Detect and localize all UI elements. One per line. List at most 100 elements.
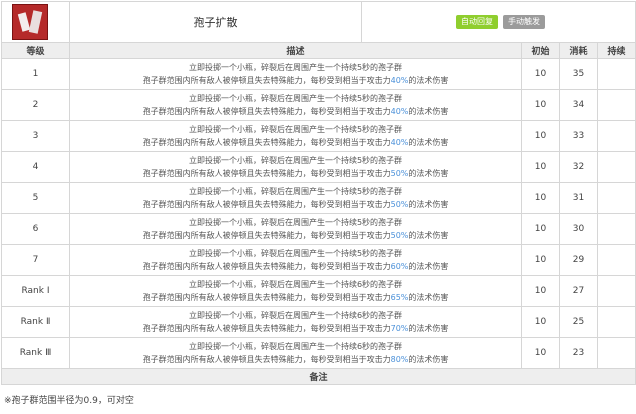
description-line-2: 孢子群范围内所有敌人被停顿且失去特殊能力，每秒受到相当于攻击力 [142, 138, 391, 147]
manual-trigger-tag: 手动触发 [503, 15, 545, 29]
description-line-2-end: 的法术伤害 [408, 138, 449, 147]
description-cell: 立即投掷一个小瓶，碎裂后在周围产生一个持续6秒的孢子群孢子群范围内所有敌人被停顿… [69, 337, 522, 369]
duration-cell [597, 213, 636, 245]
description-line-1: 立即投掷一个小瓶，碎裂后在周围产生一个持续5秒的孢子群 [188, 249, 403, 258]
initial-cell: 10 [521, 89, 560, 121]
damage-percent: 65% [390, 293, 409, 302]
level-cell: 2 [1, 89, 70, 121]
level-cell: 6 [1, 213, 70, 245]
description-line-2: 孢子群范围内所有敌人被停顿且失去特殊能力，每秒受到相当于攻击力 [142, 355, 391, 364]
description-line-1: 立即投掷一个小瓶，碎裂后在周围产生一个持续5秒的孢子群 [188, 187, 403, 196]
description-line-1: 立即投掷一个小瓶，碎裂后在周围产生一个持续6秒的孢子群 [188, 342, 403, 351]
description-line-2: 孢子群范围内所有敌人被停顿且失去特殊能力，每秒受到相当于攻击力 [142, 107, 391, 116]
table-row: 5 立即投掷一个小瓶，碎裂后在周围产生一个持续5秒的孢子群 孢子群范围内所有敌人被停… [1, 182, 636, 214]
cost-cell: 27 [559, 275, 598, 307]
description-line-2-end: 的法术伤害 [408, 355, 449, 364]
description-line-1: 立即投掷一个小瓶，碎裂后在周围产生一个持续5秒的孢子群 [188, 94, 403, 103]
description-line-2: 孢子群范围内所有敌人被停顿且失去特殊能力，每秒受到相当于攻击力 [142, 262, 391, 271]
description-cell: 立即投掷一个小瓶，碎裂后在周围产生一个持续5秒的孢子群孢子群范围内所有敌人被停顿… [69, 244, 522, 276]
skill-tags: 自动回复 手动触发 [361, 1, 636, 43]
cost-cell: 33 [559, 120, 598, 152]
description-line-1: 立即投掷一个小瓶，碎裂后在周围产生一个持续5秒的孢子群 [188, 218, 403, 227]
level-cell: 1 [1, 58, 70, 90]
duration-cell [597, 89, 636, 121]
skill-icon-cell [1, 1, 70, 43]
duration-cell [597, 337, 636, 369]
damage-percent: 40% [390, 138, 409, 147]
level-cell: Rank Ⅱ [1, 306, 70, 338]
description-line-2: 孢子群范围内所有敌人被停顿且失去特殊能力，每秒受到相当于攻击力 [142, 200, 391, 209]
level-cell: 5 [1, 182, 70, 214]
description-line-2-end: 的法术伤害 [408, 169, 449, 178]
initial-cell: 10 [521, 58, 560, 90]
table-row: 6 立即投掷一个小瓶，碎裂后在周围产生一个持续5秒的孢子群孢子群范围内所有敌人被停… [1, 213, 636, 245]
cost-cell: 23 [559, 337, 598, 369]
initial-cell: 10 [521, 182, 560, 214]
initial-cell: 10 [521, 244, 560, 276]
duration-cell [597, 58, 636, 90]
description-cell: 立即投掷一个小瓶，碎裂后在周围产生一个持续5秒的孢子群 孢子群范围内所有敌人被停顿… [69, 151, 522, 183]
damage-percent: 50% [390, 200, 409, 209]
table-row: 3 立即投掷一个小瓶，碎裂后在周围产生一个持续5秒的孢子群 孢子群范围内所有敌人被停… [1, 120, 636, 152]
description-cell: 立即投掷一个小瓶，碎裂后在周围产生一个持续5秒的孢子群孢子群范围内所有敌人被停顿… [69, 182, 522, 214]
description-cell: 立即投掷一个小瓶，碎裂后在周围产生一个持续5秒的孢子群 孢子群范围内所有敌人被停顿… [69, 120, 522, 152]
description-line-2: 孢子群范围内所有敌人被停顿且失去特殊能力，每秒受到相当于攻击力 [142, 324, 391, 333]
level-column-header: 等级 [1, 42, 70, 59]
skill-name: 孢子扩散 [69, 1, 362, 43]
duration-cell [597, 151, 636, 183]
cost-cell: 29 [559, 244, 598, 276]
auto-recovery-tag: 自动回复 [456, 15, 498, 29]
table-row: Rank Ⅲ 立即投掷一个小瓶，碎裂后在周围产生一个持续6秒的孢子群 孢子群范围内所… [1, 337, 636, 369]
duration-column-header: 持续 [597, 42, 636, 59]
duration-cell [597, 244, 636, 276]
cost-cell: 32 [559, 151, 598, 183]
description-cell: 立即投掷一个小瓶，碎裂后在周围产生一个持续6秒的孢子群 孢子群范围内所有敌人被停顿… [69, 275, 522, 307]
description-column-header: 描述 [69, 42, 522, 59]
description-line-1: 立即投掷一个小瓶，碎裂后在周围产生一个持续6秒的孢子群 [188, 311, 403, 320]
table-row: 2 立即投掷一个小瓶，碎裂后在周围产生一个持续5秒的孢子群 孢子群范围内所有敌人被停… [1, 89, 636, 121]
initial-cell: 10 [521, 151, 560, 183]
initial-column-header: 初始 [521, 42, 560, 59]
skill-page: 孢子扩散 自动回复 手动触发 等级 描述 初始 消耗 持续 1立即投掷一个小瓶，碎… [0, 0, 636, 414]
description-cell: 立即投掷一个小瓶，碎裂后在周围产生一个持续5秒的孢子群孢子群范围内所有敌人被停顿… [69, 58, 522, 90]
initial-cell: 10 [521, 120, 560, 152]
initial-cell: 10 [521, 306, 560, 338]
notes-header-row: 备注 [1, 368, 636, 385]
notes-header: 备注 [1, 368, 636, 385]
table-row: 1 立即投掷一个小瓶，碎裂后在周围产生一个持续5秒的孢子群 孢子群范围内所有敌人被停… [1, 58, 636, 90]
description-line-2-end: 的法术伤害 [408, 324, 449, 333]
level-cell: 7 [1, 244, 70, 276]
skill-header-row: 孢子扩散 自动回复 手动触发 [1, 1, 636, 43]
description-cell: 立即投掷一个小瓶，碎裂后在周围产生一个持续6秒的孢子群孢子群范围内所有敌人被停顿… [69, 306, 522, 338]
description-line-2-end: 的法术伤害 [408, 200, 449, 209]
cost-column-header: 消耗 [559, 42, 598, 59]
description-line-1: 立即投掷一个小瓶，碎裂后在周围产生一个持续5秒的孢子群 [188, 63, 403, 72]
damage-percent: 50% [390, 231, 409, 240]
damage-percent: 40% [390, 76, 409, 85]
level-rows: 1 立即投掷一个小瓶，碎裂后在周围产生一个持续5秒的孢子群 孢子群范围内所有敌人被停… [1, 58, 636, 369]
description-line-2: 孢子群范围内所有敌人被停顿且失去特殊能力，每秒受到相当于攻击力 [142, 231, 391, 240]
level-cell: Rank Ⅰ [1, 275, 70, 307]
cost-cell: 30 [559, 213, 598, 245]
flask-shatter-icon [12, 4, 48, 40]
description-line-2: 孢子群范围内所有敌人被停顿且失去特殊能力，每秒受到相当于攻击力 [142, 76, 391, 85]
description-line-2-end: 的法术伤害 [408, 262, 449, 271]
duration-cell [597, 182, 636, 214]
table-row: Rank Ⅱ 立即投掷一个小瓶，碎裂后在周围产生一个持续6秒的孢子群 孢子群范围内所… [1, 306, 636, 338]
level-cell: Rank Ⅲ [1, 337, 70, 369]
description-line-2: 孢子群范围内所有敌人被停顿且失去特殊能力，每秒受到相当于攻击力 [142, 169, 391, 178]
cost-cell: 25 [559, 306, 598, 338]
description-line-1: 立即投掷一个小瓶，碎裂后在周围产生一个持续6秒的孢子群 [188, 280, 403, 289]
damage-percent: 40% [390, 107, 409, 116]
table-row: Rank Ⅰ 立即投掷一个小瓶，碎裂后在周围产生一个持续6秒的孢子群 孢子群范围内所… [1, 275, 636, 307]
description-cell: 立即投掷一个小瓶，碎裂后在周围产生一个持续5秒的孢子群孢子群范围内所有敌人被停顿… [69, 89, 522, 121]
description-line-2-end: 的法术伤害 [408, 107, 449, 116]
description-line-2-end: 的法术伤害 [408, 231, 449, 240]
initial-cell: 10 [521, 275, 560, 307]
footnote: ※孢子群范围半径为0.9，可对空 [4, 396, 134, 406]
level-cell: 4 [1, 151, 70, 183]
damage-percent: 70% [390, 324, 409, 333]
duration-cell [597, 120, 636, 152]
damage-percent: 60% [390, 262, 409, 271]
initial-cell: 10 [521, 213, 560, 245]
